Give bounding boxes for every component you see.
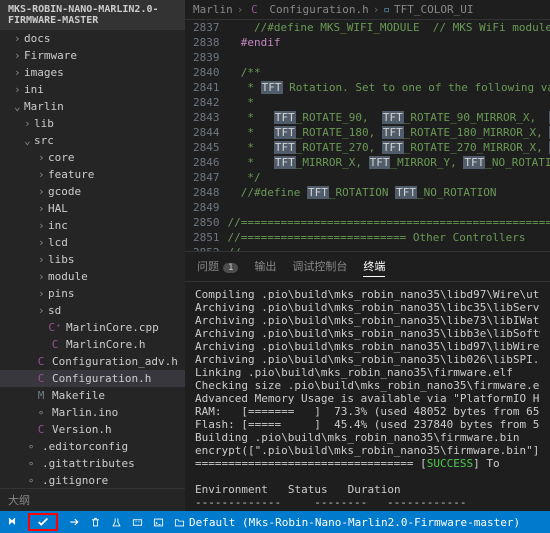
tree-item-inc[interactable]: ›inc xyxy=(0,217,185,234)
code-area[interactable]: 2837283828392840284128422843284428452846… xyxy=(185,20,550,251)
tree-item-pins[interactable]: ›pins xyxy=(0,285,185,302)
outline-section[interactable]: 大纲 xyxy=(0,488,185,511)
tree-item-makefile[interactable]: MMakefile xyxy=(0,387,185,404)
tree-item-marlin[interactable]: ⌄Marlin xyxy=(0,98,185,115)
tree-item-libs[interactable]: ›libs xyxy=(0,251,185,268)
bc-symbol[interactable]: TFT_COLOR_UI xyxy=(394,3,473,16)
code-content[interactable]: //#define MKS_WIFI_MODULE // MKS WiFi mo… xyxy=(228,20,550,251)
tree-item-hal[interactable]: ›HAL xyxy=(0,200,185,217)
tree-item-.editorconfig[interactable]: ∘.editorconfig xyxy=(0,438,185,455)
tree-item-feature[interactable]: ›feature xyxy=(0,166,185,183)
tree-item-ini[interactable]: ›ini xyxy=(0,81,185,98)
tree-item-marlincore.h[interactable]: CMarlinCore.h xyxy=(0,336,185,353)
symbol-icon: ▫ xyxy=(383,3,390,16)
tree-item-lcd[interactable]: ›lcd xyxy=(0,234,185,251)
project-title: MKS-ROBIN-NANO-MARLIN2.0-FIRMWARE-MASTER xyxy=(0,0,185,30)
tree-item-configuration.h[interactable]: CConfiguration.h xyxy=(0,370,185,387)
tree-item-core[interactable]: ›core xyxy=(0,149,185,166)
bc-folder[interactable]: Marlin xyxy=(193,3,233,16)
beaker-icon[interactable] xyxy=(111,517,122,528)
tree-item-marlincore.cpp[interactable]: C⁺MarlinCore.cpp xyxy=(0,319,185,336)
tree-item-sd[interactable]: ›sd xyxy=(0,302,185,319)
tree-item-firmware[interactable]: ›Firmware xyxy=(0,47,185,64)
build-check-highlighted[interactable] xyxy=(28,513,58,531)
tree-item-src[interactable]: ⌄src xyxy=(0,132,185,149)
line-gutter: 2837283828392840284128422843284428452846… xyxy=(185,20,228,251)
remote-icon[interactable] xyxy=(6,516,18,528)
tree-item-.gitattributes[interactable]: ∘.gitattributes xyxy=(0,455,185,472)
env-selector[interactable]: Default (Mks-Robin-Nano-Marlin2.0-Firmwa… xyxy=(174,516,520,529)
serial-icon[interactable] xyxy=(132,517,143,528)
tree-item-marlin.ino[interactable]: ∘Marlin.ino xyxy=(0,404,185,421)
c-icon: C xyxy=(247,3,261,16)
terminal-icon[interactable] xyxy=(153,517,164,528)
tree-item-lib[interactable]: ›lib xyxy=(0,115,185,132)
sidebar: MKS-ROBIN-NANO-MARLIN2.0-FIRMWARE-MASTER… xyxy=(0,0,185,511)
editor: Marlin › C Configuration.h › ▫ TFT_COLOR… xyxy=(185,0,550,511)
trash-icon[interactable] xyxy=(90,517,101,528)
tree-item-version.h[interactable]: CVersion.h xyxy=(0,421,185,438)
panel-tab-终端[interactable]: 终端 xyxy=(363,256,385,277)
tree-item-docs[interactable]: ›docs xyxy=(0,30,185,47)
upload-icon[interactable] xyxy=(68,516,80,528)
breadcrumb[interactable]: Marlin › C Configuration.h › ▫ TFT_COLOR… xyxy=(185,0,550,20)
tree-item-.gitignore[interactable]: ∘.gitignore xyxy=(0,472,185,488)
folder-icon xyxy=(174,517,185,528)
panel-tab-问题[interactable]: 问题1 xyxy=(197,256,238,277)
tree-item-configuration_adv.h[interactable]: CConfiguration_adv.h xyxy=(0,353,185,370)
terminal-panel: 问题1 输出调试控制台终端 Compiling .pio\build\mks_ro… xyxy=(185,251,550,511)
panel-tab-输出[interactable]: 输出 xyxy=(254,256,276,277)
file-tree: ›docs›Firmware›images›ini⌄Marlin›lib⌄src… xyxy=(0,30,185,488)
panel-tab-调试控制台[interactable]: 调试控制台 xyxy=(292,256,347,277)
panel-tabs: 问题1 输出调试控制台终端 xyxy=(185,252,550,282)
env-label: Default (Mks-Robin-Nano-Marlin2.0-Firmwa… xyxy=(189,516,520,529)
tree-item-module[interactable]: ›module xyxy=(0,268,185,285)
tree-item-gcode[interactable]: ›gcode xyxy=(0,183,185,200)
status-bar: Default (Mks-Robin-Nano-Marlin2.0-Firmwa… xyxy=(0,511,550,533)
terminal-output[interactable]: Compiling .pio\build\mks_robin_nano35\li… xyxy=(185,282,550,511)
bc-file[interactable]: Configuration.h xyxy=(269,3,368,16)
tree-item-images[interactable]: ›images xyxy=(0,64,185,81)
